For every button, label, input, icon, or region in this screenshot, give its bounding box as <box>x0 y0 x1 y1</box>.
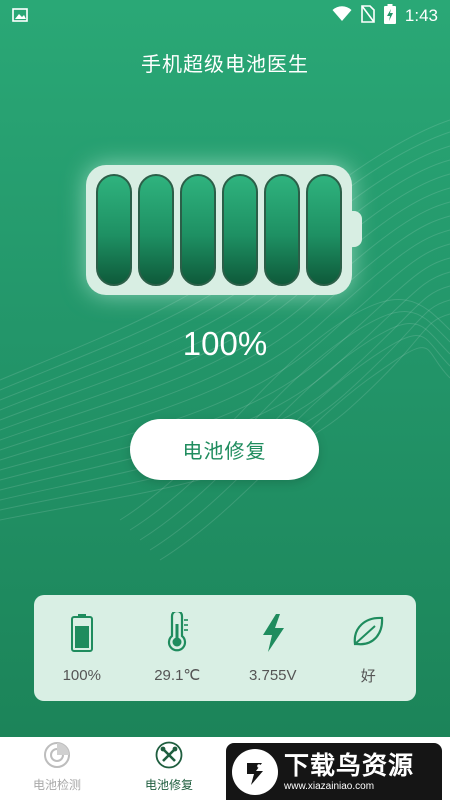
repair-tools-icon <box>155 741 183 773</box>
nav-item-battery-repair[interactable]: 电池修复 <box>124 741 214 793</box>
stat-value: 3.755V <box>248 666 297 684</box>
nav-label: 电池修复 <box>144 778 193 792</box>
battery-graphic <box>86 165 366 297</box>
battery-stats-panel: 100% 29.1℃ 3.755V 好 <box>34 595 416 701</box>
watermark-banner: 下载鸟资源 www.xiazainiao.com <box>226 743 442 800</box>
battery-cell <box>138 174 174 286</box>
battery-percent: 100% <box>182 325 268 362</box>
battery-cell <box>180 174 216 286</box>
stat-voltage: 3.755V <box>233 613 313 684</box>
app-title: 手机超级电池医生 <box>141 52 309 76</box>
image-icon <box>12 7 28 26</box>
no-sim-icon <box>361 5 375 27</box>
watermark-title: 下载鸟资源 <box>284 751 415 780</box>
stat-value: 29.1℃ <box>154 667 201 684</box>
status-time: 1:43 <box>404 6 438 25</box>
battery-body <box>86 165 352 295</box>
battery-cell <box>306 174 342 286</box>
battery-check-icon <box>43 741 71 773</box>
thermometer-icon <box>159 612 195 652</box>
stat-battery-level: 100% <box>42 613 122 684</box>
battery-cell <box>222 174 258 286</box>
stat-value: 好 <box>360 667 376 685</box>
watermark-url: www.xiazainiao.com <box>284 781 375 792</box>
nav-label: 电池检测 <box>32 778 81 792</box>
wifi-icon <box>332 6 352 26</box>
battery-repair-button[interactable]: 电池修复 <box>130 419 319 480</box>
nav-item-battery-check[interactable]: 电池检测 <box>12 741 102 793</box>
battery-cell <box>96 174 132 286</box>
battery-cell <box>264 174 300 286</box>
leaf-icon <box>350 611 386 651</box>
stat-temperature: 29.1℃ <box>137 612 217 684</box>
lightning-icon <box>255 613 291 653</box>
watermark-bird-logo-icon <box>232 748 278 795</box>
stat-value: 100% <box>62 666 101 684</box>
battery-icon <box>64 613 100 653</box>
battery-cap <box>352 211 362 247</box>
status-bar: 1:43 <box>0 0 450 32</box>
battery-charging-icon <box>383 4 396 28</box>
stat-health: 好 <box>328 611 408 686</box>
